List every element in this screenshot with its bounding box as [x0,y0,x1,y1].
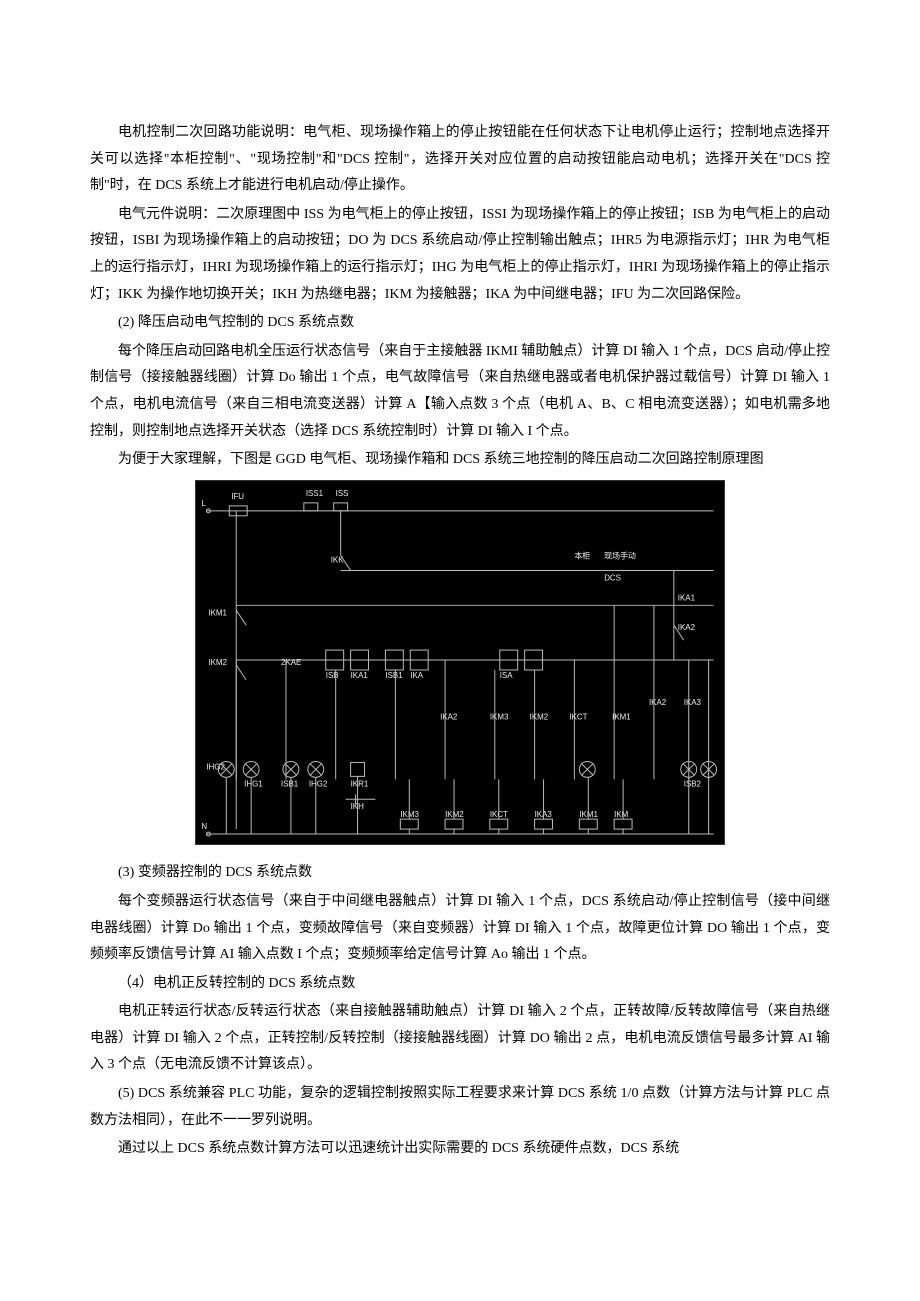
label-ifu: IFU [231,492,244,501]
label-ikm1: IKM1 [208,608,227,617]
label-ika1-top: IKA1 [678,593,696,602]
paragraph-dcs-plc: (5) DCS 系统兼容 PLC 功能，复杂的逻辑控制按照实际工程要求来计算 D… [90,1081,830,1134]
label-ikm-bot: IKM [614,810,628,819]
label-isb1-lamp: ISB1 [281,779,299,788]
label-ika2-right: IKA2 [678,623,696,632]
label-iss1: ISS1 [306,489,324,498]
label-ikm2-bot: IKM2 [445,810,464,819]
circuit-diagram: L IFU ISS1 ISS IKK 本柜 现场手动 DCS [195,480,725,845]
paragraph-diagram-intro: 为便于大家理解，下图是 GGD 电气柜、现场操作箱和 DCS 系统三地控制的降压… [90,447,830,474]
label-ika-mid: IKA [410,671,423,680]
label-ikm1-bot: IKM1 [579,810,598,819]
label-l: L [201,499,206,508]
diagram-container: L IFU ISS1 ISS IKK 本柜 现场手动 DCS [90,480,830,855]
paragraph-step-down-start: 每个降压启动回路电机全压运行状态信号（来自于主接触器 IKMI 辅助触点）计算 … [90,339,830,445]
label-isb2: ISB2 [684,779,702,788]
label-local: 本柜 [574,550,590,560]
label-ika1-mid: IKA1 [351,671,369,680]
paragraph-summary: 通过以上 DCS 系统点数计算方法可以迅速统计出实际需要的 DCS 系统硬件点数… [90,1136,830,1163]
section-header-3: (3) 变频器控制的 DCS 系统点数 [90,860,830,887]
label-remote: 现场手动 [604,550,636,560]
label-ika3-r: IKA3 [684,697,702,706]
circuit-svg: L IFU ISS1 ISS IKK 本柜 现场手动 DCS [196,481,724,844]
paragraph-frequency-converter: 每个变频器运行状态信号（来自于中间继电器触点）计算 DI 输入 1 个点，DCS… [90,889,830,969]
label-isb: ISB [326,671,339,680]
paragraph-motor-control: 电机控制二次回路功能说明：电气柜、现场操作箱上的停止按钮能在任何状态下让电机停止… [90,120,830,200]
label-ikm3-mid: IKM3 [490,712,509,721]
section-header-4: （4）电机正反转控制的 DCS 系统点数 [90,971,830,998]
label-ihg2: IHG2 [206,762,225,771]
label-ikm1-mid: IKM1 [612,712,631,721]
label-dcs: DCS [604,573,621,582]
label-ikk: IKK [331,555,344,564]
paragraph-electrical-components: 电气元件说明：二次原理图中 ISS 为电气柜上的停止按钮，ISSI 为现场操作箱… [90,202,830,308]
label-ikm2-mid: IKM2 [530,712,549,721]
paragraph-motor-forward-reverse: 电机正转运行状态/反转运行状态（来自接触器辅助触点）计算 DI 输入 2 个点，… [90,999,830,1079]
label-ikct: IKCT [569,712,587,721]
section-header-2: (2) 降压启动电气控制的 DCS 系统点数 [90,310,830,337]
label-isa: ISA [500,671,513,680]
label-ihg1: IHG1 [244,779,263,788]
label-ikr1: IKR1 [351,779,369,788]
label-ika2-r: IKA2 [649,697,667,706]
label-ikm3-bot: IKM3 [400,810,419,819]
label-ihg2-lamp: IHG2 [309,779,328,788]
label-n: N [201,822,207,831]
label-2kae: 2KAE [281,658,301,667]
label-ikm2: IKM2 [208,658,227,667]
label-isb1: ISB1 [385,671,403,680]
label-ika2-mid: IKA2 [440,712,458,721]
label-iss: ISS [336,489,349,498]
